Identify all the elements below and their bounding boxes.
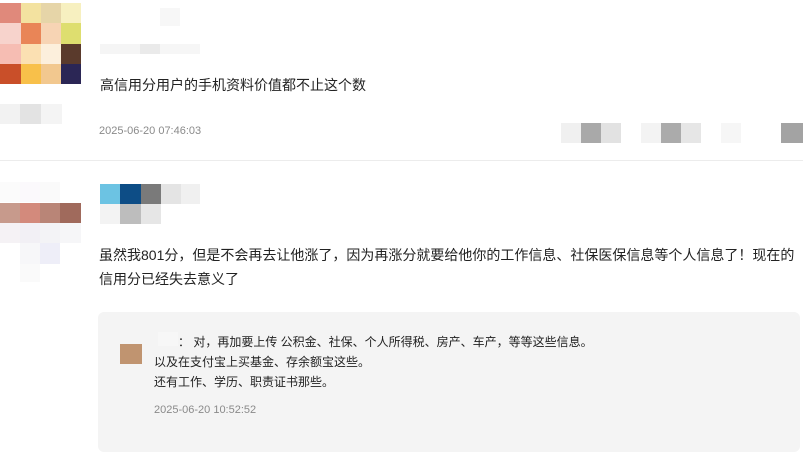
reply-text-line-2: 以及在支付宝上买基金、存余额宝这些。: [154, 355, 371, 369]
comment-text-line-2: 信用分已经失去意义了: [99, 271, 239, 287]
comment-text: 高信用分用户的手机资料价值都不止这个数: [100, 77, 366, 93]
username-redacted[interactable]: [100, 184, 200, 224]
reply-timestamp: 2025-06-20 10:52:52: [154, 404, 257, 416]
reply-username-redacted[interactable]: [158, 332, 178, 346]
comment-text: 虽然我801分，但是不会再去让他涨了，因为再涨分就要给他你的工作信息、社保医保信…: [99, 243, 794, 291]
reply-text: ： 对，再加要上传 公积金、社保、个人所得税、房产、车产，等等这些信息。: [178, 335, 593, 349]
comment-text-line-1: 虽然我801分，但是不会再去让他涨了，因为再涨分就要给他你的工作信息、社保医保信…: [99, 247, 795, 263]
username-redacted[interactable]: [100, 4, 200, 56]
avatar[interactable]: [0, 182, 81, 282]
comment-timestamp: 2025-06-20 07:46:03: [99, 125, 202, 137]
reply-text-line-3: 还有工作、学历、职责证书那些。: [154, 375, 335, 389]
comment-actions-redacted[interactable]: [561, 123, 803, 143]
reply-avatar[interactable]: [120, 344, 142, 364]
comment-divider: [0, 160, 803, 161]
redacted-block: [0, 104, 62, 124]
avatar[interactable]: [0, 3, 81, 84]
